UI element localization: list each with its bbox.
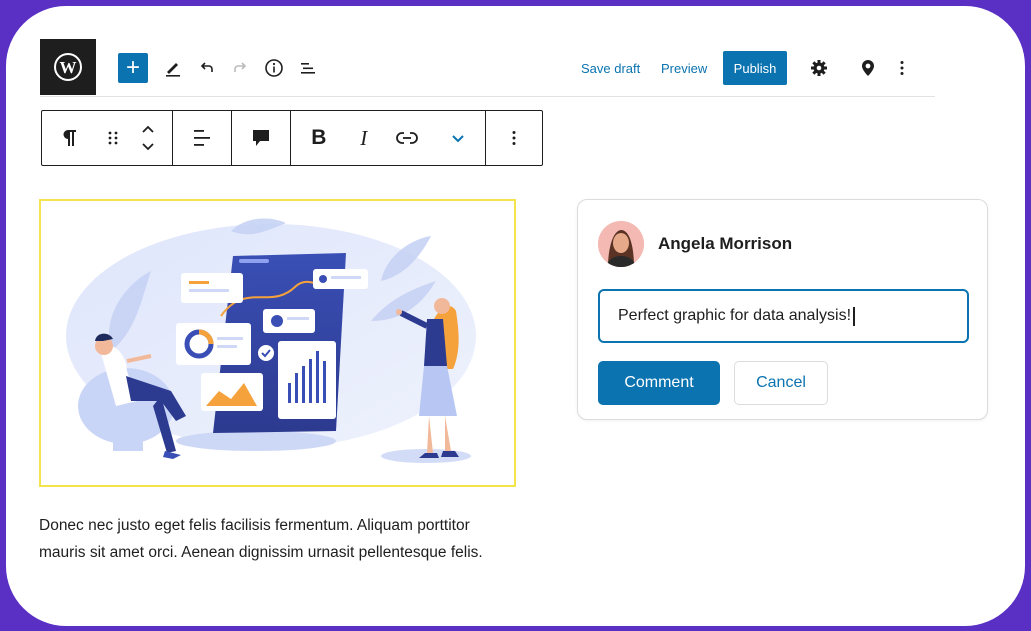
location-pin-icon[interactable] [856, 56, 880, 80]
comment-icon[interactable] [232, 111, 290, 165]
toolbar-group-format: B I [291, 111, 486, 165]
edit-pencil-icon[interactable] [161, 56, 185, 80]
image-block[interactable] [39, 199, 516, 487]
italic-button[interactable]: I [347, 111, 381, 165]
paragraph-icon[interactable] [42, 111, 98, 165]
text-caret [853, 306, 855, 326]
toolbar-group-more [486, 111, 542, 165]
add-block-button[interactable]: + [118, 53, 148, 83]
comment-submit-button[interactable]: Comment [598, 361, 720, 405]
redo-icon[interactable] [228, 56, 252, 80]
paragraph-block[interactable]: Donec nec justo eget felis facilisis fer… [39, 512, 509, 566]
editor-frame: W + Save draft Preview Publish B I Donec… [6, 6, 1025, 626]
publish-button[interactable]: Publish [723, 51, 787, 85]
undo-icon[interactable] [195, 56, 219, 80]
more-options-icon[interactable] [890, 56, 914, 80]
toolbar-group-comment [232, 111, 291, 165]
block-more-options-icon[interactable] [486, 111, 542, 165]
topbar-divider [40, 96, 935, 97]
wordpress-logo-icon[interactable]: W [40, 39, 96, 95]
svg-text:W: W [60, 58, 77, 77]
drag-handle-icon[interactable] [98, 111, 128, 165]
save-draft-link[interactable]: Save draft [581, 61, 640, 76]
data-analysis-illustration [66, 218, 476, 463]
chevron-down-icon[interactable] [433, 111, 483, 165]
toolbar-group-align [173, 111, 232, 165]
comment-author: Angela Morrison [658, 234, 793, 253]
toolbar-group-block [42, 111, 173, 165]
comment-input-value: Perfect graphic for data analysis! [618, 307, 852, 324]
settings-gear-icon[interactable] [807, 56, 831, 80]
info-icon[interactable] [262, 56, 286, 80]
comment-cancel-button[interactable]: Cancel [734, 361, 828, 405]
avatar [598, 221, 644, 267]
move-up-down-icon[interactable] [128, 111, 168, 165]
comment-input[interactable]: Perfect graphic for data analysis! [598, 289, 969, 343]
link-icon[interactable] [381, 111, 433, 165]
comment-card: Angela Morrison Perfect graphic for data… [577, 199, 988, 420]
preview-link[interactable]: Preview [661, 61, 707, 76]
block-toolbar: B I [41, 110, 543, 166]
list-view-icon[interactable] [296, 56, 320, 80]
bold-button[interactable]: B [291, 111, 347, 165]
align-icon[interactable] [173, 111, 231, 165]
